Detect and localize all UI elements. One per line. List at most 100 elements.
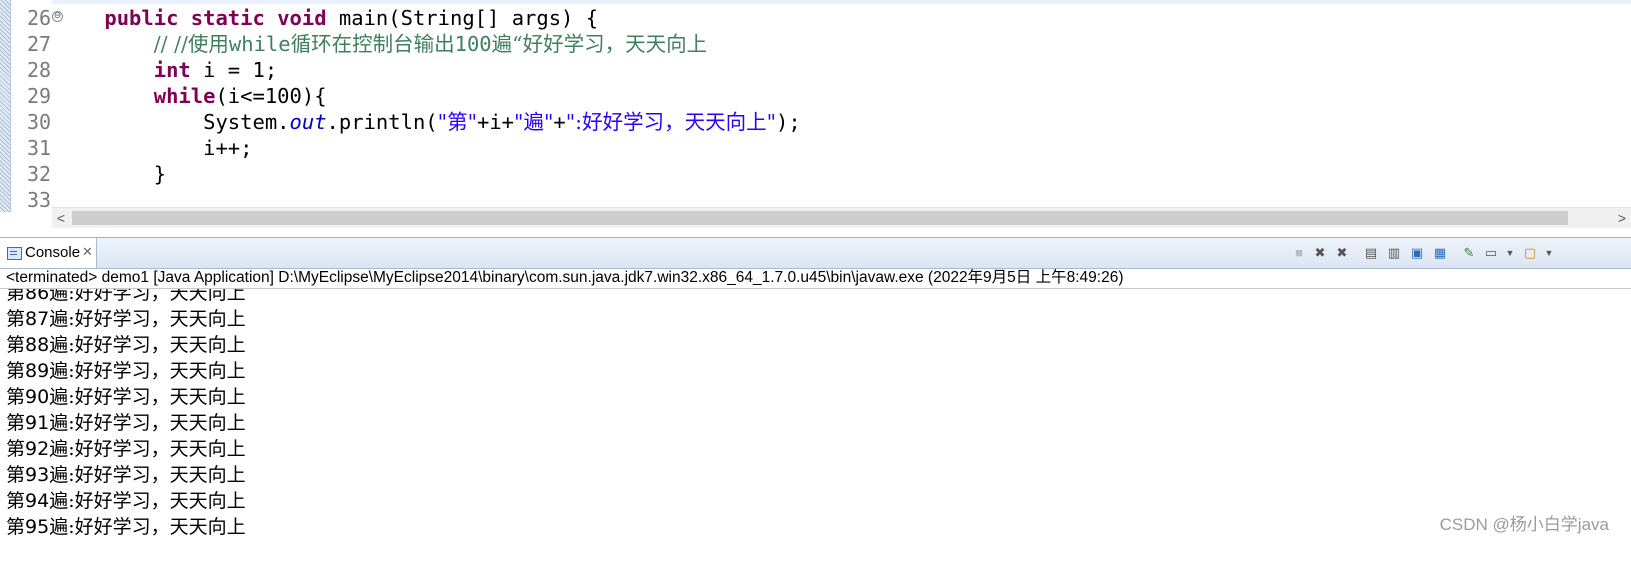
code-line-28[interactable]: int i = 1; (55, 57, 277, 83)
scroll-lock-icon[interactable]: ▥ (1386, 245, 1402, 261)
output-prefix: 第 (6, 438, 26, 460)
code-text: } (153, 162, 167, 186)
code-line-32[interactable]: } (55, 161, 166, 187)
output-number: 86 (25, 289, 50, 304)
output-line: 第94遍:好好学习，天天向上 (6, 488, 246, 514)
output-line: 第95遍:好好学习，天天向上 (6, 514, 246, 540)
static-field: out (289, 110, 327, 134)
terminate-icon[interactable]: ■ (1291, 245, 1307, 261)
current-line-highlight (0, 0, 1631, 4)
comment-text: 遍“好好学习，天天向上 (491, 32, 708, 56)
horizontal-scrollbar[interactable]: < > (52, 207, 1631, 228)
output-suffix: 遍:好好学习，天天向上 (49, 334, 246, 356)
output-suffix: 遍:好好学习，天天向上 (49, 289, 246, 304)
overview-ruler (0, 0, 11, 212)
output-number: 89 (25, 360, 50, 382)
output-number: 95 (25, 516, 50, 538)
code-editor[interactable]: 26 27 28 29 30 31 32 33 ⊖ public static … (0, 0, 1631, 237)
display-selected-icon[interactable]: ▭ (1483, 245, 1499, 261)
code-line-26[interactable]: public static void main(String[] args) { (55, 5, 598, 31)
code-text: +i+ (477, 110, 515, 134)
comment-text: while (228, 32, 291, 56)
code-text: main(String[] args) { (326, 6, 599, 30)
output-prefix: 第 (6, 289, 26, 304)
output-suffix: 遍:好好学习，天天向上 (49, 490, 246, 512)
line-number: 27 (27, 32, 52, 56)
output-prefix: 第 (6, 412, 26, 434)
output-prefix: 第 (6, 490, 26, 512)
line-number: 32 (27, 162, 52, 186)
chevron-down-icon[interactable]: ▼ (1502, 245, 1518, 261)
clear-console-icon[interactable]: ▤ (1363, 245, 1379, 261)
scrollbar-thumb[interactable] (72, 211, 1568, 225)
remove-all-icon[interactable]: ✖ (1334, 245, 1350, 261)
watermark: CSDN @杨小白学java (1439, 515, 1609, 534)
tab-console[interactable]: Console ✕ (0, 238, 97, 268)
string-literal: "第" (437, 110, 477, 134)
line-number: 26 (27, 6, 52, 30)
tab-label: Console (25, 244, 81, 261)
line-number-gutter: 26 27 28 29 30 31 32 33 ⊖ (11, 0, 63, 212)
output-prefix: 第 (6, 516, 26, 538)
output-suffix: 遍:好好学习，天天向上 (49, 516, 246, 538)
console-output[interactable]: 第86遍:好好学习，天天向上 第87遍:好好学习，天天向上 第88遍:好好学习，… (0, 289, 1631, 563)
output-line: 第87遍:好好学习，天天向上 (6, 306, 246, 332)
output-prefix: 第 (6, 360, 26, 382)
output-prefix: 第 (6, 386, 26, 408)
comment-text: 循环在控制台输出 (290, 32, 455, 56)
string-literal: "遍" (514, 110, 554, 134)
code-line-29[interactable]: while(i<=100){ (55, 83, 327, 109)
word-wrap-icon[interactable]: ▣ (1409, 245, 1425, 261)
output-suffix: 遍:好好学习，天天向上 (49, 438, 246, 460)
output-suffix: 遍:好好学习，天天向上 (49, 412, 246, 434)
output-line: 第88遍:好好学习，天天向上 (6, 332, 246, 358)
output-suffix: 遍:好好学习，天天向上 (49, 386, 246, 408)
output-prefix: 第 (6, 308, 26, 330)
keyword: void (277, 6, 327, 30)
code-text: (i<=100){ (215, 84, 327, 108)
remove-launch-icon[interactable]: ✖ (1312, 245, 1328, 261)
output-suffix: 遍:好好学习，天天向上 (49, 464, 246, 486)
code-line-31[interactable]: i++; (55, 135, 252, 161)
comment-text: // //使用 (153, 32, 229, 56)
code-line-27[interactable]: // //使用while循环在控制台输出100遍“好好学习，天天向上 (55, 31, 707, 57)
output-line: 第90遍:好好学习，天天向上 (6, 384, 246, 410)
output-line: 第89遍:好好学习，天天向上 (6, 358, 246, 384)
close-icon[interactable]: ✕ (82, 244, 93, 260)
code-text: i = 1; (190, 58, 278, 82)
line-number: 33 (27, 188, 52, 212)
output-suffix: 遍:好好学习，天天向上 (49, 360, 246, 382)
console-view-header: Console ✕ ■ ✖ ✖ ▤ ▥ ▣ ▦ ✎ ▭ ▼ ▢ ▼ (0, 237, 1631, 269)
line-number: 28 (27, 58, 52, 82)
output-number: 91 (25, 412, 50, 434)
scroll-left-icon[interactable]: < (52, 208, 70, 228)
console-status: <terminated> demo1 [Java Application] D:… (6, 269, 1124, 286)
line-number: 31 (27, 136, 52, 160)
keyword: int (153, 58, 191, 82)
code-text: + (553, 110, 566, 134)
string-literal: ":好好学习，天天向上" (565, 110, 776, 134)
output-number: 94 (25, 490, 50, 512)
chevron-down-icon[interactable]: ▼ (1541, 245, 1557, 261)
output-number: 92 (25, 438, 50, 460)
output-prefix: 第 (6, 464, 26, 486)
output-line: 第91遍:好好学习，天天向上 (6, 410, 246, 436)
new-console-icon[interactable]: ▢ (1522, 245, 1538, 261)
code-line-30[interactable]: System.out.println("第"+i+"遍"+":好好学习，天天向上… (55, 109, 801, 135)
scroll-right-icon[interactable]: > (1613, 208, 1631, 228)
show-console-icon[interactable]: ▦ (1432, 245, 1448, 261)
output-suffix: 遍:好好学习，天天向上 (49, 308, 246, 330)
output-number: 88 (25, 334, 50, 356)
output-number: 87 (25, 308, 50, 330)
output-number: 90 (25, 386, 50, 408)
output-line: 第92遍:好好学习，天天向上 (6, 436, 246, 462)
code-text: ); (776, 110, 801, 134)
keyword: static (190, 6, 265, 30)
console-icon (7, 247, 22, 260)
pin-console-icon[interactable]: ✎ (1461, 245, 1477, 261)
code-text: i++; (203, 136, 253, 160)
output-line: 第86遍:好好学习，天天向上 (6, 289, 246, 306)
comment-text: 100 (454, 32, 492, 56)
output-line: 第93遍:好好学习，天天向上 (6, 462, 246, 488)
output-number: 93 (25, 464, 50, 486)
